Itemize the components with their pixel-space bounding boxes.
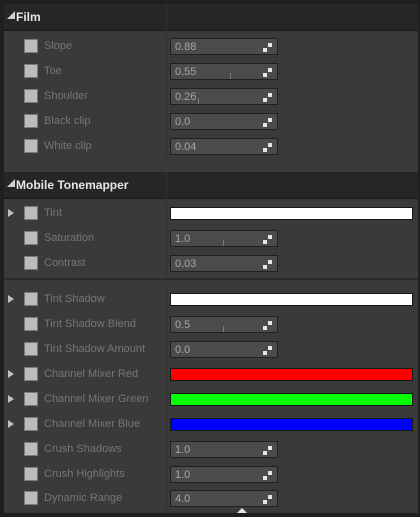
expand-arrow-icon[interactable] <box>8 295 14 303</box>
override-checkbox[interactable] <box>24 367 38 381</box>
saturation-numeric-field[interactable]: 1.0 <box>170 230 278 247</box>
property-label: Tint <box>44 207 62 219</box>
property-row-tint-shadow: Tint Shadow <box>4 287 418 312</box>
drag-handle-icon[interactable] <box>263 235 272 244</box>
property-row-white-clip: White clip 0.04 <box>4 134 418 159</box>
section-header-film[interactable]: Film <box>4 4 418 31</box>
property-label: Tint Shadow Amount <box>44 343 146 355</box>
override-checkbox[interactable] <box>24 256 38 270</box>
section-title-mobile-tonemapper: Mobile Tonemapper <box>16 178 129 192</box>
collapse-arrow-icon[interactable] <box>7 179 15 187</box>
dynamic-range-numeric-field[interactable]: 4.0 <box>170 490 278 507</box>
override-checkbox[interactable] <box>24 114 38 128</box>
property-row-channel-mixer-red: Channel Mixer Red <box>4 362 418 387</box>
crush-shadows-numeric-field[interactable]: 1.0 <box>170 441 278 458</box>
drag-handle-icon[interactable] <box>263 495 272 504</box>
tint-shadow-amount-numeric-field[interactable]: 0.0 <box>170 341 278 358</box>
tint-color-swatch[interactable] <box>170 207 413 220</box>
slope-numeric-field[interactable]: 0.88 <box>170 38 278 55</box>
override-checkbox[interactable] <box>24 39 38 53</box>
details-panel: Film Slope 0.88 Toe 0.55 Shoulder 0.26 B… <box>4 4 418 513</box>
override-checkbox[interactable] <box>24 206 38 220</box>
override-checkbox[interactable] <box>24 491 38 505</box>
drag-handle-icon[interactable] <box>263 43 272 52</box>
property-row-saturation: Saturation 1.0 <box>4 226 418 251</box>
expand-arrow-icon[interactable] <box>8 420 14 428</box>
scroll-caret-icon[interactable] <box>237 508 247 513</box>
toe-numeric-field[interactable]: 0.55 <box>170 63 278 80</box>
channel-mixer-red-color-swatch[interactable] <box>170 368 413 381</box>
override-checkbox[interactable] <box>24 392 38 406</box>
override-checkbox[interactable] <box>24 231 38 245</box>
collapse-arrow-icon[interactable] <box>7 11 15 19</box>
property-label: Crush Highlights <box>44 468 125 480</box>
override-checkbox[interactable] <box>24 64 38 78</box>
drag-handle-icon[interactable] <box>263 93 272 102</box>
override-checkbox[interactable] <box>24 139 38 153</box>
property-label: Black clip <box>44 115 91 127</box>
override-checkbox[interactable] <box>24 467 38 481</box>
property-row-toe: Toe 0.55 <box>4 59 418 84</box>
section-header-mobile-tonemapper[interactable]: Mobile Tonemapper <box>4 172 418 199</box>
crush-highlights-numeric-field[interactable]: 1.0 <box>170 466 278 483</box>
property-row-black-clip: Black clip 0.0 <box>4 109 418 134</box>
property-row-channel-mixer-blue: Channel Mixer Blue <box>4 412 418 437</box>
tint-shadow-blend-numeric-field[interactable]: 0.5 <box>170 316 278 333</box>
override-checkbox[interactable] <box>24 89 38 103</box>
override-checkbox[interactable] <box>24 417 38 431</box>
property-label: Tint Shadow Blend <box>44 318 136 330</box>
property-row-channel-mixer-green: Channel Mixer Green <box>4 387 418 412</box>
drag-handle-icon[interactable] <box>263 143 272 152</box>
property-label: Contrast <box>44 257 86 269</box>
channel-mixer-green-color-swatch[interactable] <box>170 393 413 406</box>
property-label: Slope <box>44 40 73 52</box>
tint-shadow-color-swatch[interactable] <box>170 293 413 306</box>
property-row-contrast: Contrast 0.03 <box>4 251 418 276</box>
expand-arrow-icon[interactable] <box>8 395 14 403</box>
drag-handle-icon[interactable] <box>263 346 272 355</box>
shoulder-numeric-field[interactable]: 0.26 <box>170 88 278 105</box>
override-checkbox[interactable] <box>24 317 38 331</box>
property-label: White clip <box>44 140 92 152</box>
property-row-tint-shadow-blend: Tint Shadow Blend 0.5 <box>4 312 418 337</box>
contrast-numeric-field[interactable]: 0.03 <box>170 255 278 272</box>
property-row-tint: Tint <box>4 201 418 226</box>
property-label: Channel Mixer Green <box>44 393 149 405</box>
property-label: Saturation <box>44 232 95 244</box>
drag-handle-icon[interactable] <box>263 446 272 455</box>
property-label: Shoulder <box>44 90 89 102</box>
property-row-crush-highlights: Crush Highlights 1.0 <box>4 462 418 487</box>
channel-mixer-blue-color-swatch[interactable] <box>170 418 413 431</box>
property-label: Channel Mixer Red <box>44 368 139 380</box>
expand-arrow-icon[interactable] <box>8 209 14 217</box>
expand-arrow-icon[interactable] <box>8 370 14 378</box>
drag-handle-icon[interactable] <box>263 321 272 330</box>
white-clip-numeric-field[interactable]: 0.04 <box>170 138 278 155</box>
property-row-dynamic-range: Dynamic Range 4.0 <box>4 486 418 511</box>
property-label: Dynamic Range <box>44 492 123 504</box>
drag-handle-icon[interactable] <box>263 118 272 127</box>
black-clip-numeric-field[interactable]: 0.0 <box>170 113 278 130</box>
property-label: Crush Shadows <box>44 443 122 455</box>
property-row-tint-shadow-amount: Tint Shadow Amount 0.0 <box>4 337 418 362</box>
property-row-crush-shadows: Crush Shadows 1.0 <box>4 437 418 462</box>
drag-handle-icon[interactable] <box>263 471 272 480</box>
override-checkbox[interactable] <box>24 292 38 306</box>
drag-handle-icon[interactable] <box>263 68 272 77</box>
property-label: Tint Shadow <box>44 293 105 305</box>
property-row-shoulder: Shoulder 0.26 <box>4 84 418 109</box>
section-title-film: Film <box>16 10 41 24</box>
override-checkbox[interactable] <box>24 342 38 356</box>
property-row-slope: Slope 0.88 <box>4 34 418 59</box>
override-checkbox[interactable] <box>24 442 38 456</box>
property-label: Channel Mixer Blue <box>44 418 140 430</box>
property-label: Toe <box>44 65 62 77</box>
drag-handle-icon[interactable] <box>263 260 272 269</box>
